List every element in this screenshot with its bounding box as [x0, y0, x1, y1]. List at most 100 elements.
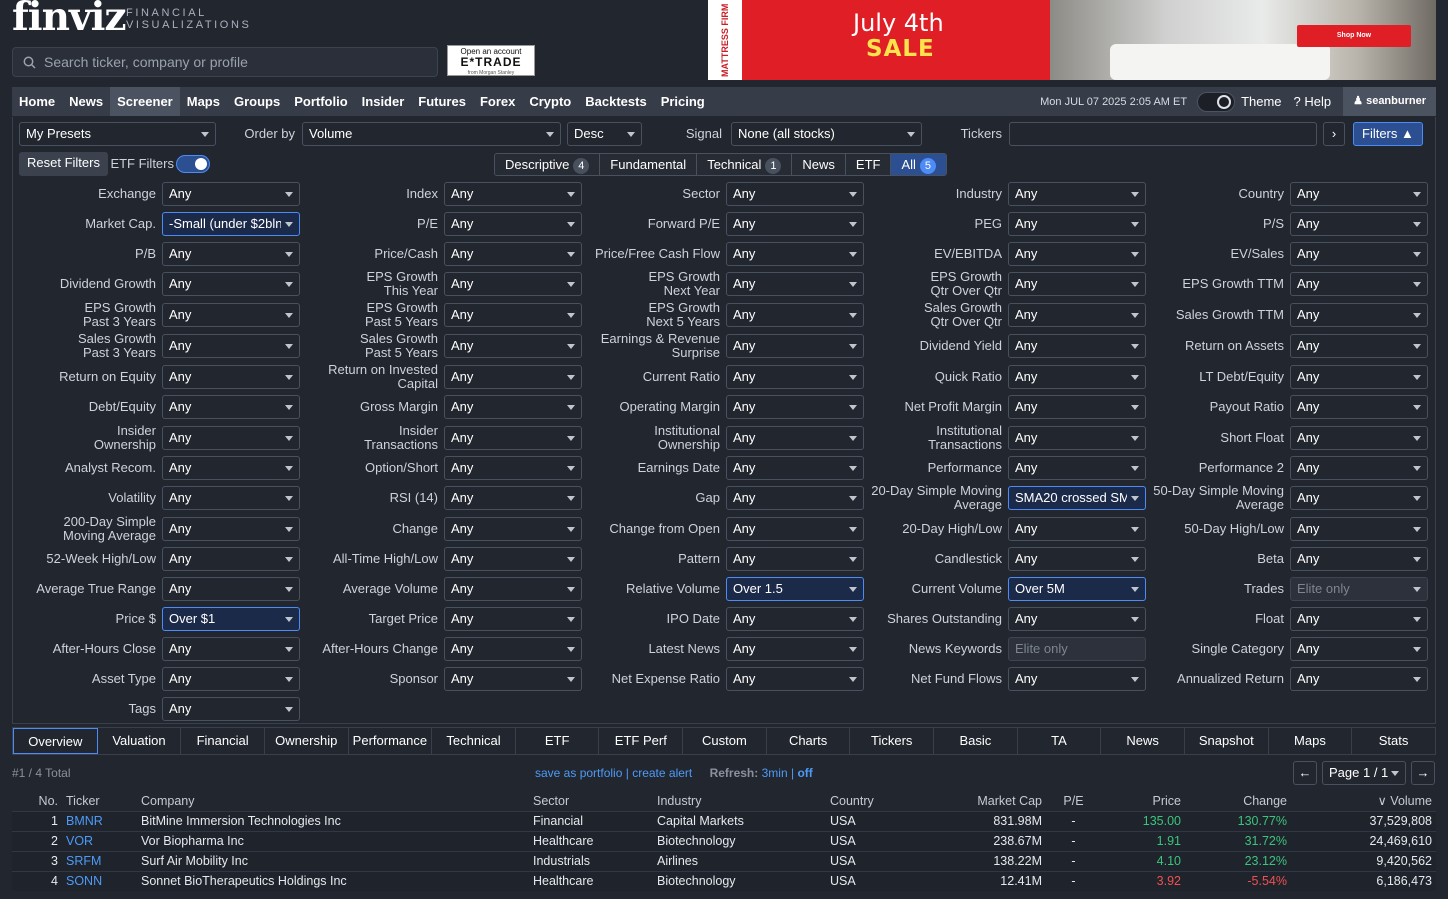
filter-select[interactable]: Any: [1290, 272, 1428, 296]
theme-label[interactable]: Theme: [1241, 94, 1281, 109]
create-alert-link[interactable]: create alert: [632, 766, 692, 780]
nav-portfolio[interactable]: Portfolio: [287, 87, 354, 116]
tab-all[interactable]: All 5: [891, 154, 946, 175]
user-menu[interactable]: ♟ seanburner: [1343, 87, 1436, 116]
column-header[interactable]: ∨ Volume: [1291, 791, 1436, 811]
banner-ad[interactable]: MATTRESS FIRM July 4th SALE Shop Now: [708, 0, 1436, 80]
view-tab-custom[interactable]: Custom: [683, 728, 767, 754]
nav-forex[interactable]: Forex: [473, 87, 522, 116]
filter-select[interactable]: Any: [1290, 242, 1428, 266]
view-tab-charts[interactable]: Charts: [767, 728, 851, 754]
filter-label: Earnings & Revenue Surprise: [600, 331, 720, 360]
view-tab-basic[interactable]: Basic: [934, 728, 1018, 754]
column-header[interactable]: Company: [137, 791, 529, 811]
filters-button[interactable]: Filters ▲: [1353, 122, 1423, 146]
view-tab-valuation[interactable]: Valuation: [98, 728, 182, 754]
filter-label: EPS Growth Next 5 Years: [646, 300, 720, 329]
refresh-off[interactable]: off: [797, 766, 812, 780]
etrade-ad[interactable]: Open an account E*TRADE from Morgan Stanle…: [447, 45, 535, 76]
filter-select: Elite only: [1290, 577, 1428, 601]
nav-crypto[interactable]: Crypto: [522, 87, 578, 116]
presets-select[interactable]: My Presets: [19, 122, 216, 146]
column-header[interactable]: Market Cap: [896, 791, 1046, 811]
filter-select[interactable]: Any: [1290, 607, 1428, 631]
column-header[interactable]: Country: [826, 791, 896, 811]
view-tab-ownership[interactable]: Ownership: [265, 728, 349, 754]
order-select[interactable]: Volume: [302, 122, 561, 146]
table-cell[interactable]: SONN: [62, 870, 137, 891]
column-header[interactable]: Sector: [529, 791, 653, 811]
filter-select[interactable]: Any: [1290, 456, 1428, 480]
nav-news[interactable]: News: [62, 87, 110, 116]
column-header[interactable]: Price: [1101, 791, 1185, 811]
filter-select[interactable]: Any: [1290, 212, 1428, 236]
direction-select[interactable]: Desc: [567, 122, 642, 146]
tab-etf[interactable]: ETF: [845, 154, 892, 175]
filter-select[interactable]: Any: [1290, 517, 1428, 541]
nav-home[interactable]: Home: [12, 87, 62, 116]
view-tab-stats[interactable]: Stats: [1352, 728, 1435, 754]
filter-select[interactable]: Any: [1290, 486, 1428, 510]
table-row[interactable]: 4 SONN Sonnet BioTherapeutics Holdings Inc…: [12, 870, 1436, 891]
filter-select[interactable]: Any: [1290, 547, 1428, 571]
filter-select[interactable]: Any: [1290, 334, 1428, 358]
column-header[interactable]: Change: [1185, 791, 1291, 811]
table-row[interactable]: 3 SRFM Surf Air Mobility Inc Industrials Air…: [12, 850, 1436, 871]
table-cell[interactable]: SRFM: [62, 850, 137, 871]
filter-label: EPS Growth Next Year: [648, 269, 720, 298]
ad-shop-button[interactable]: Shop Now: [1297, 25, 1411, 47]
filter-select[interactable]: Any: [1290, 303, 1428, 327]
view-tab-tickers[interactable]: Tickers: [850, 728, 935, 754]
column-header[interactable]: Ticker: [62, 791, 137, 811]
column-header[interactable]: P/E: [1046, 791, 1101, 811]
next-page-icon[interactable]: →: [1411, 761, 1435, 785]
table-row[interactable]: 2 VOR Vor Biopharma Inc Healthcare Biotechno…: [12, 830, 1436, 851]
filter-select[interactable]: Any: [1290, 426, 1428, 450]
help-link[interactable]: ? Help: [1294, 94, 1332, 109]
filter-select[interactable]: Any: [1290, 395, 1428, 419]
view-tab-technical[interactable]: Technical: [432, 728, 516, 754]
tab-technical[interactable]: Technical 1: [697, 154, 793, 175]
search-input[interactable]: Search ticker, company or profile: [12, 47, 438, 77]
column-header[interactable]: No.: [12, 791, 62, 811]
nav-insider[interactable]: Insider: [355, 87, 412, 116]
nav-groups[interactable]: Groups: [227, 87, 287, 116]
view-tab-financial[interactable]: Financial: [181, 728, 265, 754]
nav-maps[interactable]: Maps: [180, 87, 227, 116]
etf-filters-toggle[interactable]: [176, 155, 210, 173]
signal-select[interactable]: None (all stocks): [731, 122, 922, 146]
view-tab-maps[interactable]: Maps: [1269, 728, 1353, 754]
filter-select[interactable]: Any: [1290, 365, 1428, 389]
tab-descriptive[interactable]: Descriptive 4: [495, 154, 601, 175]
save-portfolio-link[interactable]: save as portfolio: [535, 766, 622, 780]
nav-screener[interactable]: Screener: [110, 87, 180, 116]
nav-futures[interactable]: Futures: [411, 87, 473, 116]
table-row[interactable]: 1 BMNR BitMine Immersion Technologies Inc F…: [12, 810, 1436, 831]
finviz-logo[interactable]: finviz: [12, 0, 127, 40]
table-cell[interactable]: VOR: [62, 830, 137, 851]
filter-select[interactable]: Any: [1290, 182, 1428, 206]
refresh-interval[interactable]: 3min: [762, 766, 788, 780]
filter-select[interactable]: Any: [1290, 667, 1428, 691]
view-tab-etf[interactable]: ETF: [516, 728, 600, 754]
view-tab-etf-perf[interactable]: ETF Perf: [599, 728, 684, 754]
view-tab-overview[interactable]: Overview: [13, 728, 98, 754]
chevron-right-icon[interactable]: ›: [1323, 122, 1345, 146]
column-header[interactable]: Industry: [653, 791, 826, 811]
nav-backtests[interactable]: Backtests: [578, 87, 653, 116]
prev-page-icon[interactable]: ←: [1293, 761, 1317, 785]
filter-select[interactable]: Any: [1290, 637, 1428, 661]
reset-filters-button[interactable]: Reset Filters: [19, 152, 108, 176]
view-tab-news[interactable]: News: [1101, 728, 1185, 754]
theme-toggle[interactable]: [1197, 91, 1236, 112]
view-tab-snapshot[interactable]: Snapshot: [1185, 728, 1269, 754]
tickers-input[interactable]: [1009, 122, 1317, 146]
nav-pricing[interactable]: Pricing: [654, 87, 712, 116]
tab-fundamental[interactable]: Fundamental: [600, 154, 698, 175]
view-tab-ta[interactable]: TA: [1018, 728, 1102, 754]
tab-news[interactable]: News: [792, 154, 846, 175]
filter-select[interactable]: Any: [162, 697, 300, 721]
table-cell[interactable]: BMNR: [62, 810, 137, 831]
page-select[interactable]: Page 1 / 1: [1322, 761, 1406, 785]
view-tab-performance[interactable]: Performance: [349, 728, 433, 754]
